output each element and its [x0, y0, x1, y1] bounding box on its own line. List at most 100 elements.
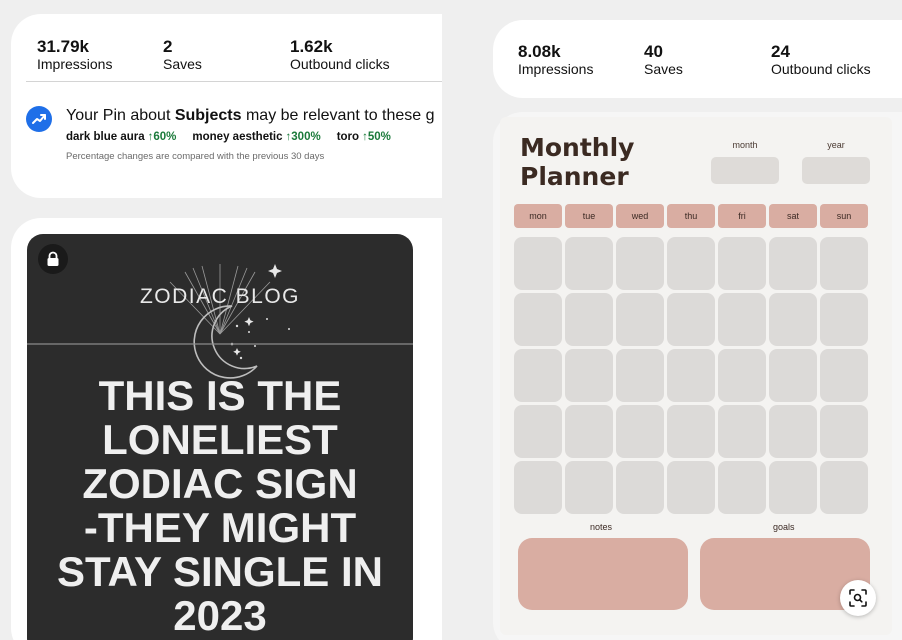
calendar-grid	[514, 237, 868, 514]
planner-title-line: Planner	[520, 162, 629, 191]
year-box	[802, 157, 870, 184]
stats-divider	[26, 81, 442, 82]
calendar-cell	[820, 405, 868, 458]
headline-line: LONELIEST	[102, 416, 338, 463]
topic-name: dark blue aura	[66, 131, 145, 143]
calendar-cell	[667, 237, 715, 290]
calendar-cell	[718, 461, 766, 514]
left-column: 31.79k Impressions 2 Saves 1.62k Outboun…	[0, 0, 442, 640]
outbound-clicks-value: 1.62k	[290, 37, 333, 56]
outbound-clicks-stat: 1.62k Outbound clicks	[290, 37, 390, 73]
calendar-cell	[616, 461, 664, 514]
saves-value: 2	[163, 37, 173, 56]
calendar-cell	[820, 237, 868, 290]
outbound-clicks-value: 24	[771, 42, 790, 61]
impressions-label: Impressions	[37, 56, 113, 72]
calendar-cell	[565, 349, 613, 402]
weekday-label: thu	[667, 204, 715, 228]
topic-change: ↑50%	[362, 131, 391, 143]
topic-change: ↑300%	[285, 131, 321, 143]
calendar-cell	[616, 405, 664, 458]
calendar-cell	[667, 405, 715, 458]
calendar-cell	[616, 349, 664, 402]
calendar-cell	[769, 237, 817, 290]
year-label: year	[827, 140, 845, 150]
trending-topics: dark blue aura ↑60% money aesthetic ↑300% …	[66, 131, 391, 143]
calendar-cell	[514, 237, 562, 290]
pin-analytics-page: 31.79k Impressions 2 Saves 1.62k Outboun…	[0, 0, 902, 640]
impressions-stat: 8.08k Impressions	[518, 43, 594, 78]
relevance-prefix: Your Pin about	[66, 107, 175, 124]
calendar-cell	[514, 461, 562, 514]
impressions-value: 31.79k	[37, 37, 89, 56]
goals-label: goals	[773, 522, 795, 532]
lock-icon	[38, 244, 68, 274]
weekday-label: sun	[820, 204, 868, 228]
relevance-message: Your Pin about Subjects may be relevant …	[66, 107, 435, 125]
headline-line: STAY SINGLE IN	[57, 548, 383, 595]
calendar-cell	[769, 349, 817, 402]
month-label: month	[732, 140, 758, 150]
comparison-footnote: Percentage changes are compared with the…	[66, 151, 325, 162]
calendar-cell	[769, 405, 817, 458]
saves-stat: 2 Saves	[163, 37, 202, 73]
outbound-clicks-stat: 24 Outbound clicks	[771, 42, 871, 78]
saves-label: Saves	[644, 61, 683, 77]
calendar-cell	[667, 461, 715, 514]
calendar-cell	[820, 293, 868, 346]
topic-item[interactable]: money aesthetic ↑300%	[192, 131, 320, 143]
calendar-cell	[565, 405, 613, 458]
headline-line: THIS IS THE	[98, 372, 342, 419]
pin-image-planner[interactable]: Monthly Planner month year mon tue wed t…	[500, 117, 892, 635]
outbound-clicks-label: Outbound clicks	[290, 56, 390, 72]
pin-image-zodiac[interactable]: ZODIAC BLOG THIS IS THE LONELIEST ZODIAC…	[27, 234, 413, 640]
planner-title-line: Monthly	[520, 133, 635, 162]
notes-label: notes	[590, 522, 613, 532]
topic-name: toro	[336, 131, 360, 143]
outbound-clicks-label: Outbound clicks	[771, 61, 871, 77]
headline-line: 2023	[173, 592, 267, 639]
impressions-stat: 31.79k Impressions	[37, 37, 113, 73]
calendar-cell	[820, 349, 868, 402]
weekday-label: wed	[616, 204, 664, 228]
calendar-cell	[820, 461, 868, 514]
headline-line: -THEY MIGHT	[83, 504, 357, 551]
topic-item[interactable]: toro ↑50%	[337, 131, 391, 143]
calendar-cell	[718, 405, 766, 458]
calendar-cell	[514, 293, 562, 346]
calendar-cell	[565, 293, 613, 346]
headline-line: ZODIAC SIGN	[82, 460, 358, 507]
relevance-subject[interactable]: Subjects	[175, 107, 242, 124]
topic-name: money aesthetic	[192, 131, 283, 143]
calendar-cell	[769, 461, 817, 514]
weekday-header: mon tue wed thu fri sat sun	[514, 204, 868, 228]
impressions-label: Impressions	[518, 61, 594, 77]
calendar-cell	[616, 237, 664, 290]
weekday-label: fri	[718, 204, 766, 228]
topic-change: ↑60%	[147, 131, 177, 143]
topic-item[interactable]: dark blue aura ↑60%	[66, 131, 176, 143]
relevance-suffix: may be relevant to these g	[241, 107, 435, 124]
saves-stat: 40 Saves	[644, 42, 683, 78]
weekday-label: tue	[565, 204, 613, 228]
visual-search-icon[interactable]	[840, 580, 876, 616]
calendar-cell	[718, 293, 766, 346]
calendar-cell	[616, 293, 664, 346]
month-box	[711, 157, 779, 184]
calendar-cell	[667, 293, 715, 346]
calendar-cell	[565, 461, 613, 514]
trending-up-icon	[26, 106, 52, 132]
saves-label: Saves	[163, 56, 202, 72]
calendar-cell	[514, 349, 562, 402]
weekday-label: mon	[514, 204, 562, 228]
calendar-cell	[718, 349, 766, 402]
planner-title: Monthly Planner	[520, 133, 670, 191]
saves-value: 40	[644, 42, 663, 61]
weekday-label: sat	[769, 204, 817, 228]
calendar-cell	[769, 293, 817, 346]
pin-headline: THIS IS THE LONELIEST ZODIAC SIGN -THEY …	[27, 374, 413, 638]
calendar-cell	[565, 237, 613, 290]
calendar-cell	[514, 405, 562, 458]
calendar-cell	[718, 237, 766, 290]
blog-title: ZODIAC BLOG	[139, 285, 301, 308]
